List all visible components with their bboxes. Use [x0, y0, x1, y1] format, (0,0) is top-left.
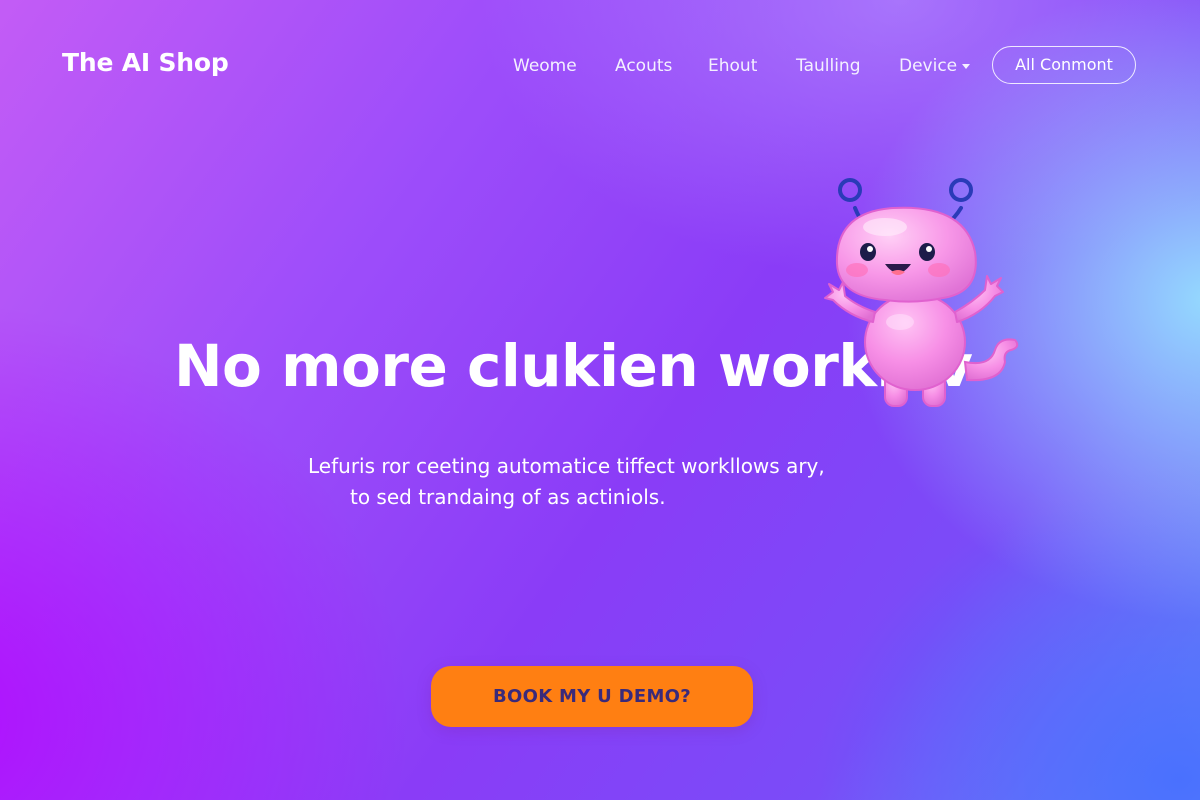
site-header: The AI Shop Weome Acouts Ehout Taulling … — [0, 0, 1200, 130]
book-demo-button[interactable]: BOOK MY U DEMO? — [431, 666, 753, 727]
nav-item-taulling[interactable]: Taulling — [796, 55, 861, 77]
pink-robot-mascot-icon — [824, 178, 1019, 407]
nav-item-device-label: Device — [899, 56, 958, 76]
nav-item-device-dropdown[interactable]: Device — [899, 55, 971, 77]
all-content-button[interactable]: All Conmont — [992, 46, 1136, 84]
nav-item-ehout[interactable]: Ehout — [708, 55, 757, 77]
chevron-down-icon — [962, 63, 971, 69]
hero-subtitle-line-1: Lefuris ror ceeting automatice tiffect w… — [308, 454, 825, 478]
nav-item-abouts[interactable]: Acouts — [615, 55, 672, 77]
nav-item-welcome[interactable]: Weome — [513, 55, 577, 77]
hero-subtitle-line-2: to sed trandaing of as actiniols. — [350, 485, 666, 509]
brand-logo-text[interactable]: The AI Shop — [62, 48, 229, 78]
